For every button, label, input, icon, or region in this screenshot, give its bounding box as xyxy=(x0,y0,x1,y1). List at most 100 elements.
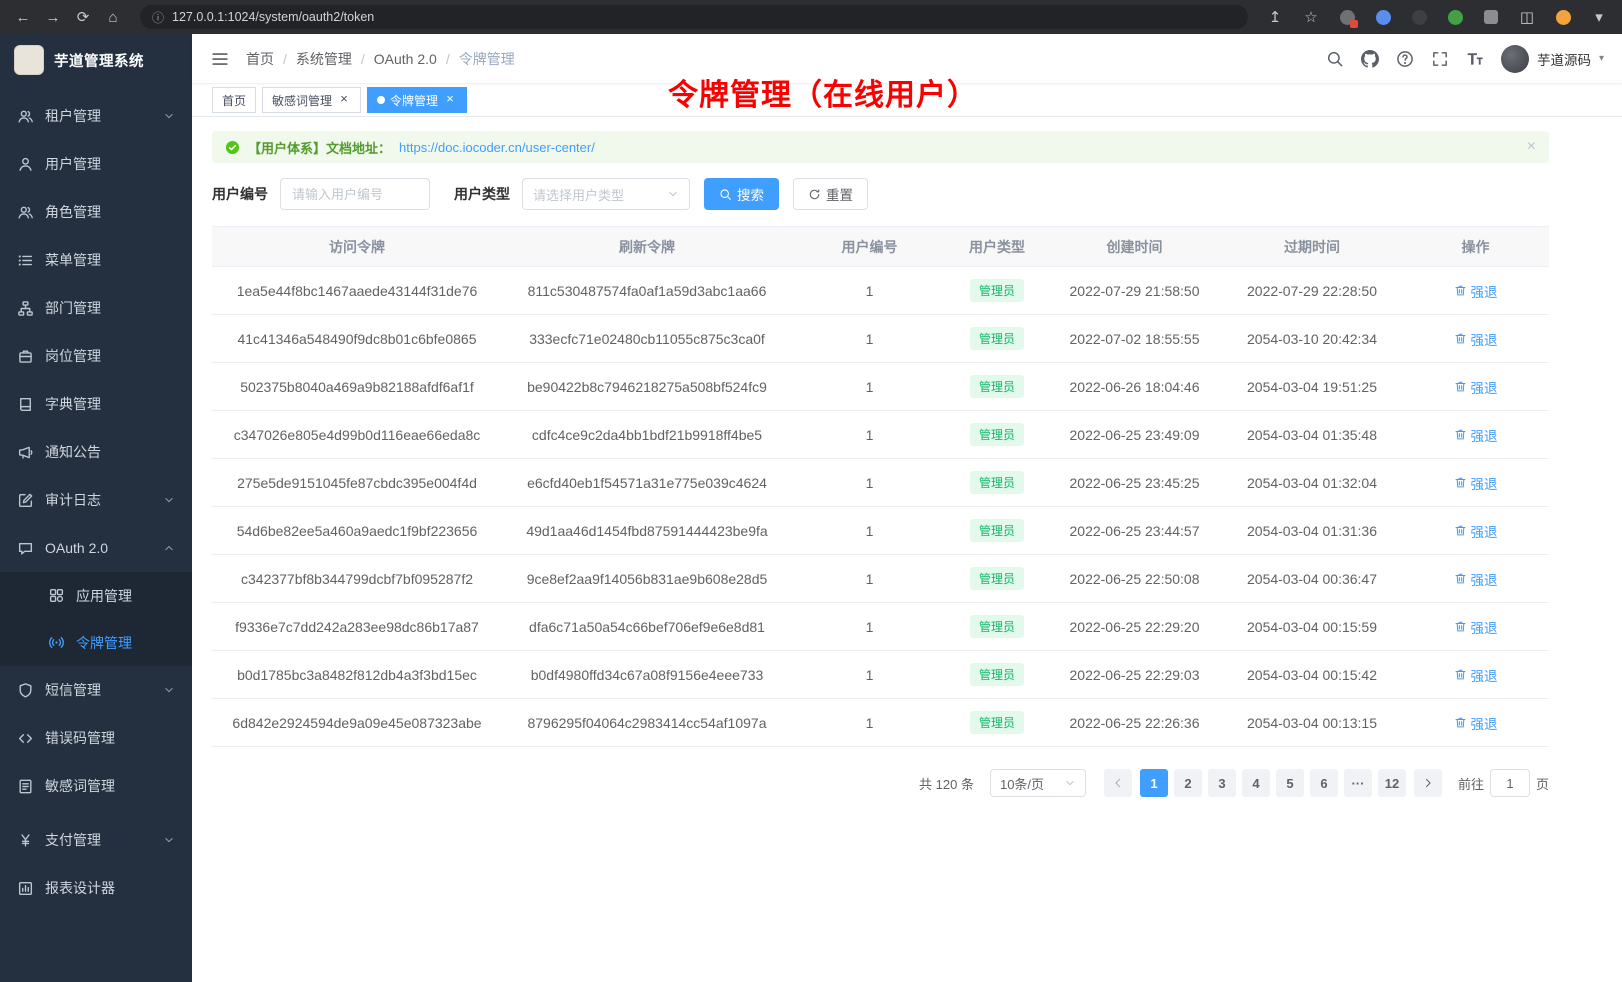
page-button[interactable]: ··· xyxy=(1344,769,1372,797)
text-size-icon[interactable] xyxy=(1466,50,1484,68)
prev-page-button[interactable] xyxy=(1104,769,1132,797)
sidebar-item-label: 审计日志 xyxy=(45,490,152,510)
back-icon[interactable]: ← xyxy=(10,5,36,29)
panel-icon[interactable]: ◫ xyxy=(1514,5,1540,29)
breadcrumb-item[interactable]: 令牌管理 xyxy=(459,49,515,69)
sidebar-item[interactable]: 用户管理 xyxy=(0,140,192,188)
user-menu[interactable]: 芋道源码 ▾ xyxy=(1501,45,1604,73)
info-icon[interactable]: ⓘ xyxy=(152,9,164,26)
hamburger-icon[interactable] xyxy=(210,49,230,69)
sidebar-item[interactable]: 租户管理 xyxy=(0,92,192,140)
page-button[interactable]: 3 xyxy=(1208,769,1236,797)
column-header: 操作 xyxy=(1402,227,1549,267)
breadcrumb-item[interactable]: OAuth 2.0 xyxy=(374,51,459,67)
doc-link[interactable]: https://doc.iocoder.cn/user-center/ xyxy=(399,140,595,155)
page-button[interactable]: 12 xyxy=(1378,769,1406,797)
user-type-cell: 管理员 xyxy=(947,603,1047,651)
ext-green-icon[interactable] xyxy=(1442,5,1468,29)
github-icon[interactable] xyxy=(1361,50,1379,68)
trash-icon xyxy=(1454,524,1467,537)
force-logout-button[interactable]: 强退 xyxy=(1454,713,1498,733)
caret-icon[interactable]: ▾ xyxy=(1586,5,1612,29)
force-logout-button[interactable]: 强退 xyxy=(1454,665,1498,685)
sidebar-item[interactable]: OAuth 2.0 xyxy=(0,524,192,572)
ext-grid-icon[interactable] xyxy=(1334,5,1360,29)
sidebar-item[interactable]: 岗位管理 xyxy=(0,332,192,380)
force-logout-button[interactable]: 强退 xyxy=(1454,617,1498,637)
close-icon[interactable]: × xyxy=(443,93,457,107)
share-icon[interactable]: ↥ xyxy=(1262,5,1288,29)
sidebar-item[interactable]: 字典管理 xyxy=(0,380,192,428)
sidebar-item[interactable]: 报表设计器 xyxy=(0,864,192,912)
sidebar-item-label: 报表设计器 xyxy=(45,878,175,898)
table-row: 6d842e2924594de9a09e45e087323abe 8796295… xyxy=(212,699,1549,747)
created-time-cell: 2022-06-26 18:04:46 xyxy=(1047,363,1222,411)
page-button[interactable]: 6 xyxy=(1310,769,1338,797)
force-logout-button[interactable]: 强退 xyxy=(1454,473,1498,493)
sidebar-item[interactable]: 短信管理 xyxy=(0,666,192,714)
home-icon[interactable]: ⌂ xyxy=(100,5,126,29)
close-icon[interactable]: × xyxy=(337,93,351,107)
force-logout-label: 强退 xyxy=(1471,617,1498,637)
sidebar-item[interactable]: 支付管理 xyxy=(0,816,192,864)
search-button[interactable]: 搜索 xyxy=(704,178,779,210)
tab[interactable]: 令牌管理 × xyxy=(367,87,467,113)
sidebar-item[interactable]: 敏感词管理 xyxy=(0,762,192,810)
page-button[interactable]: 2 xyxy=(1174,769,1202,797)
user-type-select[interactable]: 请选择用户类型 xyxy=(522,178,690,210)
sidebar-item[interactable]: 部门管理 xyxy=(0,284,192,332)
alert-close-icon[interactable]: × xyxy=(1527,139,1536,155)
breadcrumb-item[interactable]: 首页 xyxy=(246,49,296,69)
reload-icon[interactable]: ⟳ xyxy=(70,5,96,29)
sidebar-item[interactable]: 菜单管理 xyxy=(0,236,192,284)
role-icon xyxy=(17,204,34,221)
forward-icon[interactable]: → xyxy=(40,5,66,29)
force-logout-label: 强退 xyxy=(1471,521,1498,541)
page-button[interactable]: 4 xyxy=(1242,769,1270,797)
ext-dark-icon[interactable] xyxy=(1406,5,1432,29)
trash-icon xyxy=(1454,380,1467,393)
search-icon[interactable] xyxy=(1326,50,1344,68)
sidebar-item[interactable]: 应用管理 xyxy=(0,572,192,619)
force-logout-button[interactable]: 强退 xyxy=(1454,281,1498,301)
goto-page: 前往 页 xyxy=(1458,769,1549,797)
force-logout-button[interactable]: 强退 xyxy=(1454,521,1498,541)
sidebar-item[interactable]: 审计日志 xyxy=(0,476,192,524)
force-logout-button[interactable]: 强退 xyxy=(1454,425,1498,445)
goto-page-input[interactable] xyxy=(1490,769,1530,797)
next-page-button[interactable] xyxy=(1414,769,1442,797)
force-logout-button[interactable]: 强退 xyxy=(1454,329,1498,349)
tab[interactable]: 敏感词管理 × xyxy=(262,87,361,113)
force-logout-button[interactable]: 强退 xyxy=(1454,377,1498,397)
sidebar-item-label: 通知公告 xyxy=(45,442,175,462)
table-row: 502375b8040a469a9b82188afdf6af1f be90422… xyxy=(212,363,1549,411)
help-icon[interactable] xyxy=(1396,50,1414,68)
page-button[interactable]: 5 xyxy=(1276,769,1304,797)
sidebar-item[interactable]: 令牌管理 xyxy=(0,619,192,666)
breadcrumb-item[interactable]: 系统管理 xyxy=(296,49,374,69)
fullscreen-icon[interactable] xyxy=(1431,50,1449,68)
user-type-cell: 管理员 xyxy=(947,507,1047,555)
access-token-cell: b0d1785bc3a8482f812db4a3f3bd15ec xyxy=(212,651,502,699)
active-dot-icon xyxy=(377,96,385,104)
table-row: c342377bf8b344799dcbf7bf095287f2 9ce8ef2… xyxy=(212,555,1549,603)
user-id-input[interactable] xyxy=(280,178,430,210)
sidebar-item[interactable]: 角色管理 xyxy=(0,188,192,236)
sidebar-item[interactable]: 通知公告 xyxy=(0,428,192,476)
user-id-cell: 1 xyxy=(792,411,947,459)
bookmark-icon[interactable]: ☆ xyxy=(1298,5,1324,29)
ext-blue-icon[interactable] xyxy=(1370,5,1396,29)
main-area: 首页系统管理OAuth 2.0令牌管理 芋道源码 ▾ 首页 xyxy=(192,34,1622,982)
profile-icon[interactable] xyxy=(1550,5,1576,29)
sidebar-item[interactable]: 错误码管理 xyxy=(0,714,192,762)
sidebar-item-label: 角色管理 xyxy=(45,202,175,222)
tab[interactable]: 首页 xyxy=(212,87,256,113)
force-logout-button[interactable]: 强退 xyxy=(1454,569,1498,589)
page-size-select[interactable]: 10条/页 xyxy=(990,769,1086,797)
url-bar[interactable]: ⓘ 127.0.0.1:1024/system/oauth2/token xyxy=(140,5,1248,29)
chevron-down-icon xyxy=(667,188,679,200)
puzzle-icon[interactable] xyxy=(1478,5,1504,29)
reset-button[interactable]: 重置 xyxy=(793,178,868,210)
page-button[interactable]: 1 xyxy=(1140,769,1168,797)
created-time-cell: 2022-06-25 23:49:09 xyxy=(1047,411,1222,459)
